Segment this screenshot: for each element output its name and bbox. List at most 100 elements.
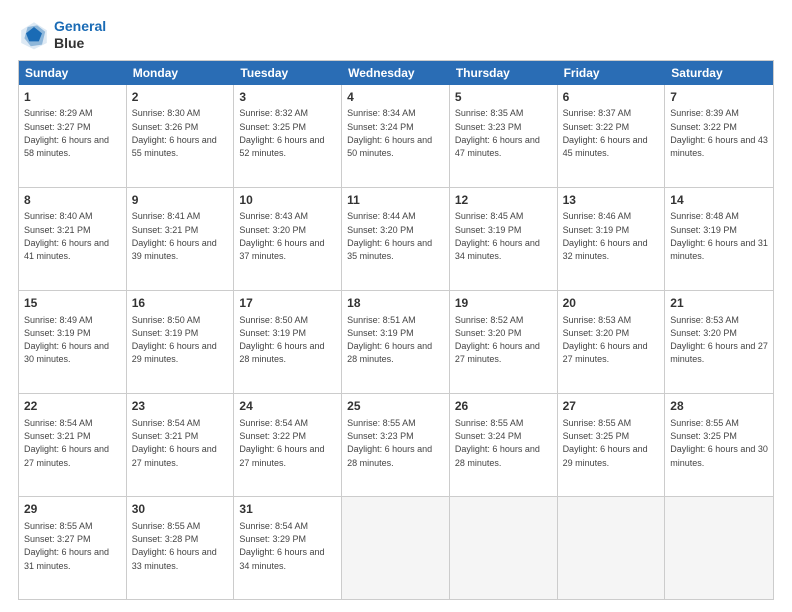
logo-text: General Blue <box>54 18 106 52</box>
day-number: 10 <box>239 192 336 209</box>
cell-info: Sunrise: 8:50 AMSunset: 3:19 PMDaylight:… <box>132 315 217 365</box>
calendar-cell: 17 Sunrise: 8:50 AMSunset: 3:19 PMDaylig… <box>234 291 342 393</box>
cell-info: Sunrise: 8:54 AMSunset: 3:21 PMDaylight:… <box>132 418 217 468</box>
cell-info: Sunrise: 8:52 AMSunset: 3:20 PMDaylight:… <box>455 315 540 365</box>
calendar-cell: 18 Sunrise: 8:51 AMSunset: 3:19 PMDaylig… <box>342 291 450 393</box>
calendar-cell: 28 Sunrise: 8:55 AMSunset: 3:25 PMDaylig… <box>665 394 773 496</box>
day-number: 16 <box>132 295 229 312</box>
cell-info: Sunrise: 8:35 AMSunset: 3:23 PMDaylight:… <box>455 108 540 158</box>
cell-info: Sunrise: 8:49 AMSunset: 3:19 PMDaylight:… <box>24 315 109 365</box>
calendar-cell: 8 Sunrise: 8:40 AMSunset: 3:21 PMDayligh… <box>19 188 127 290</box>
calendar-cell-empty <box>450 497 558 599</box>
calendar-cell: 3 Sunrise: 8:32 AMSunset: 3:25 PMDayligh… <box>234 85 342 187</box>
cell-info: Sunrise: 8:44 AMSunset: 3:20 PMDaylight:… <box>347 211 432 261</box>
cell-info: Sunrise: 8:55 AMSunset: 3:25 PMDaylight:… <box>670 418 768 468</box>
cell-info: Sunrise: 8:29 AMSunset: 3:27 PMDaylight:… <box>24 108 109 158</box>
calendar-header-cell: Tuesday <box>234 61 342 85</box>
calendar-week: 1 Sunrise: 8:29 AMSunset: 3:27 PMDayligh… <box>19 85 773 188</box>
calendar: SundayMondayTuesdayWednesdayThursdayFrid… <box>18 60 774 600</box>
calendar-cell: 12 Sunrise: 8:45 AMSunset: 3:19 PMDaylig… <box>450 188 558 290</box>
cell-info: Sunrise: 8:30 AMSunset: 3:26 PMDaylight:… <box>132 108 217 158</box>
cell-info: Sunrise: 8:55 AMSunset: 3:28 PMDaylight:… <box>132 521 217 571</box>
calendar-cell: 9 Sunrise: 8:41 AMSunset: 3:21 PMDayligh… <box>127 188 235 290</box>
calendar-header-cell: Thursday <box>450 61 558 85</box>
cell-info: Sunrise: 8:40 AMSunset: 3:21 PMDaylight:… <box>24 211 109 261</box>
calendar-body: 1 Sunrise: 8:29 AMSunset: 3:27 PMDayligh… <box>19 85 773 599</box>
cell-info: Sunrise: 8:46 AMSunset: 3:19 PMDaylight:… <box>563 211 648 261</box>
cell-info: Sunrise: 8:34 AMSunset: 3:24 PMDaylight:… <box>347 108 432 158</box>
day-number: 19 <box>455 295 552 312</box>
day-number: 21 <box>670 295 768 312</box>
calendar-cell: 27 Sunrise: 8:55 AMSunset: 3:25 PMDaylig… <box>558 394 666 496</box>
calendar-cell: 2 Sunrise: 8:30 AMSunset: 3:26 PMDayligh… <box>127 85 235 187</box>
calendar-cell: 15 Sunrise: 8:49 AMSunset: 3:19 PMDaylig… <box>19 291 127 393</box>
calendar-cell: 6 Sunrise: 8:37 AMSunset: 3:22 PMDayligh… <box>558 85 666 187</box>
calendar-cell-empty <box>342 497 450 599</box>
calendar-cell: 1 Sunrise: 8:29 AMSunset: 3:27 PMDayligh… <box>19 85 127 187</box>
calendar-cell: 23 Sunrise: 8:54 AMSunset: 3:21 PMDaylig… <box>127 394 235 496</box>
calendar-cell: 25 Sunrise: 8:55 AMSunset: 3:23 PMDaylig… <box>342 394 450 496</box>
cell-info: Sunrise: 8:41 AMSunset: 3:21 PMDaylight:… <box>132 211 217 261</box>
day-number: 24 <box>239 398 336 415</box>
calendar-cell: 31 Sunrise: 8:54 AMSunset: 3:29 PMDaylig… <box>234 497 342 599</box>
calendar-header-cell: Wednesday <box>342 61 450 85</box>
day-number: 3 <box>239 89 336 106</box>
cell-info: Sunrise: 8:53 AMSunset: 3:20 PMDaylight:… <box>670 315 768 365</box>
cell-info: Sunrise: 8:55 AMSunset: 3:24 PMDaylight:… <box>455 418 540 468</box>
cell-info: Sunrise: 8:53 AMSunset: 3:20 PMDaylight:… <box>563 315 648 365</box>
calendar-cell: 29 Sunrise: 8:55 AMSunset: 3:27 PMDaylig… <box>19 497 127 599</box>
cell-info: Sunrise: 8:45 AMSunset: 3:19 PMDaylight:… <box>455 211 540 261</box>
calendar-cell: 22 Sunrise: 8:54 AMSunset: 3:21 PMDaylig… <box>19 394 127 496</box>
day-number: 26 <box>455 398 552 415</box>
calendar-cell: 21 Sunrise: 8:53 AMSunset: 3:20 PMDaylig… <box>665 291 773 393</box>
day-number: 7 <box>670 89 768 106</box>
calendar-week: 8 Sunrise: 8:40 AMSunset: 3:21 PMDayligh… <box>19 188 773 291</box>
calendar-cell: 11 Sunrise: 8:44 AMSunset: 3:20 PMDaylig… <box>342 188 450 290</box>
day-number: 4 <box>347 89 444 106</box>
day-number: 20 <box>563 295 660 312</box>
calendar-cell: 26 Sunrise: 8:55 AMSunset: 3:24 PMDaylig… <box>450 394 558 496</box>
calendar-header-cell: Friday <box>558 61 666 85</box>
day-number: 5 <box>455 89 552 106</box>
calendar-cell: 10 Sunrise: 8:43 AMSunset: 3:20 PMDaylig… <box>234 188 342 290</box>
day-number: 29 <box>24 501 121 518</box>
calendar-cell: 5 Sunrise: 8:35 AMSunset: 3:23 PMDayligh… <box>450 85 558 187</box>
header: General Blue <box>18 18 774 52</box>
cell-info: Sunrise: 8:48 AMSunset: 3:19 PMDaylight:… <box>670 211 768 261</box>
cell-info: Sunrise: 8:55 AMSunset: 3:27 PMDaylight:… <box>24 521 109 571</box>
page: General Blue SundayMondayTuesdayWednesda… <box>0 0 792 612</box>
cell-info: Sunrise: 8:37 AMSunset: 3:22 PMDaylight:… <box>563 108 648 158</box>
cell-info: Sunrise: 8:43 AMSunset: 3:20 PMDaylight:… <box>239 211 324 261</box>
calendar-cell: 20 Sunrise: 8:53 AMSunset: 3:20 PMDaylig… <box>558 291 666 393</box>
calendar-cell: 7 Sunrise: 8:39 AMSunset: 3:22 PMDayligh… <box>665 85 773 187</box>
day-number: 15 <box>24 295 121 312</box>
day-number: 6 <box>563 89 660 106</box>
cell-info: Sunrise: 8:50 AMSunset: 3:19 PMDaylight:… <box>239 315 324 365</box>
day-number: 31 <box>239 501 336 518</box>
calendar-week: 29 Sunrise: 8:55 AMSunset: 3:27 PMDaylig… <box>19 497 773 599</box>
day-number: 1 <box>24 89 121 106</box>
cell-info: Sunrise: 8:55 AMSunset: 3:25 PMDaylight:… <box>563 418 648 468</box>
logo-icon <box>18 19 50 51</box>
cell-info: Sunrise: 8:54 AMSunset: 3:21 PMDaylight:… <box>24 418 109 468</box>
calendar-cell: 13 Sunrise: 8:46 AMSunset: 3:19 PMDaylig… <box>558 188 666 290</box>
calendar-cell: 30 Sunrise: 8:55 AMSunset: 3:28 PMDaylig… <box>127 497 235 599</box>
calendar-week: 22 Sunrise: 8:54 AMSunset: 3:21 PMDaylig… <box>19 394 773 497</box>
day-number: 2 <box>132 89 229 106</box>
calendar-header-cell: Sunday <box>19 61 127 85</box>
calendar-cell-empty <box>558 497 666 599</box>
calendar-header-cell: Monday <box>127 61 235 85</box>
cell-info: Sunrise: 8:54 AMSunset: 3:22 PMDaylight:… <box>239 418 324 468</box>
cell-info: Sunrise: 8:55 AMSunset: 3:23 PMDaylight:… <box>347 418 432 468</box>
calendar-cell: 24 Sunrise: 8:54 AMSunset: 3:22 PMDaylig… <box>234 394 342 496</box>
calendar-week: 15 Sunrise: 8:49 AMSunset: 3:19 PMDaylig… <box>19 291 773 394</box>
calendar-cell: 4 Sunrise: 8:34 AMSunset: 3:24 PMDayligh… <box>342 85 450 187</box>
day-number: 25 <box>347 398 444 415</box>
day-number: 12 <box>455 192 552 209</box>
logo: General Blue <box>18 18 106 52</box>
day-number: 22 <box>24 398 121 415</box>
cell-info: Sunrise: 8:54 AMSunset: 3:29 PMDaylight:… <box>239 521 324 571</box>
day-number: 11 <box>347 192 444 209</box>
cell-info: Sunrise: 8:32 AMSunset: 3:25 PMDaylight:… <box>239 108 324 158</box>
calendar-cell: 14 Sunrise: 8:48 AMSunset: 3:19 PMDaylig… <box>665 188 773 290</box>
